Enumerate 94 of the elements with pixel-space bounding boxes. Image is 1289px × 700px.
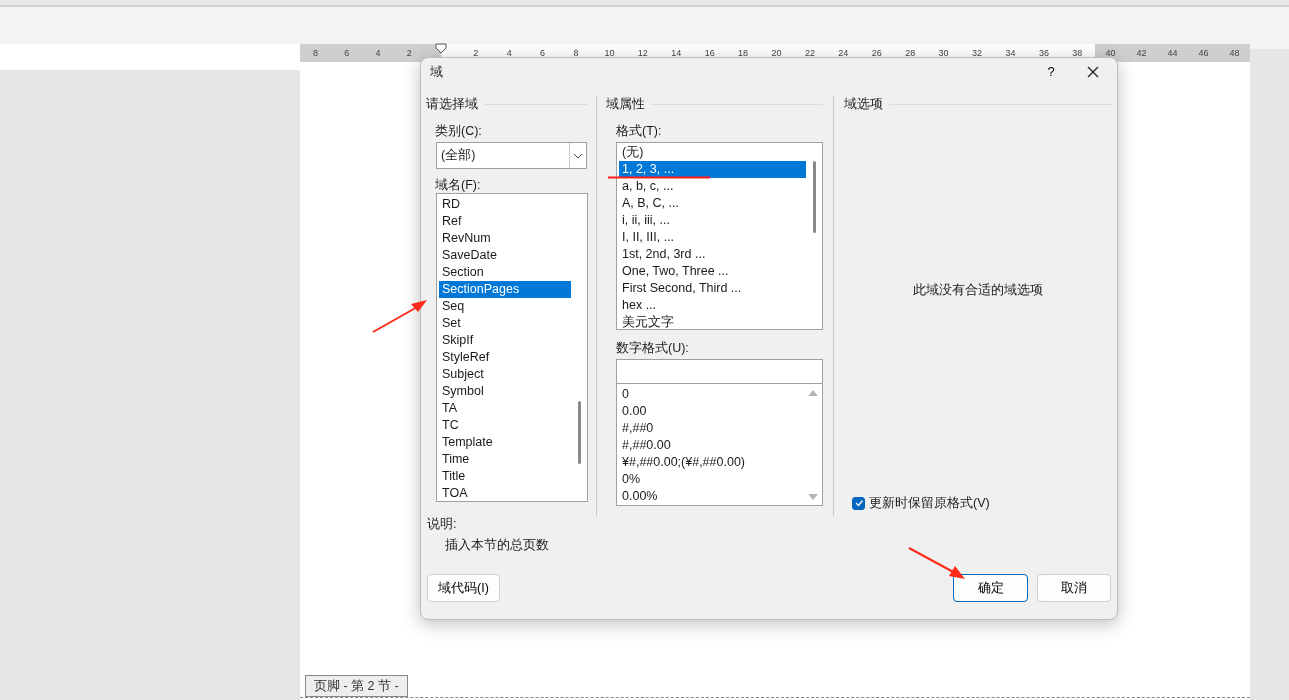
ruler-number: 28 (904, 47, 917, 60)
group-heading: 请选择域 (426, 95, 478, 113)
field-label: 格式(T): (616, 123, 663, 138)
ruler-number: 48 (1228, 47, 1241, 60)
field-label: 数字格式(U): (616, 339, 690, 356)
ruler-number: 44 (1166, 47, 1179, 60)
category-dropdown[interactable]: (全部) (436, 142, 587, 169)
list-item[interactable]: Ref (439, 213, 571, 230)
number-format-field[interactable] (616, 358, 823, 385)
list-item[interactable]: #,##0 (619, 420, 806, 438)
description-label: 说明: (427, 516, 458, 531)
ruler-number: 4 (505, 47, 513, 60)
list-item[interactable]: One, Two, Three ... (619, 263, 806, 280)
list-item[interactable]: Template (439, 434, 571, 451)
list-item[interactable]: Symbol (439, 383, 571, 400)
ruler-number: 10 (603, 47, 616, 60)
ruler-number: 6 (343, 47, 351, 60)
list-item[interactable]: 1, 2, 3, ... (619, 161, 806, 178)
list-item[interactable]: A, B, C, ... (619, 195, 806, 212)
group-heading: 域属性 (606, 95, 645, 113)
ruler-number: 26 (870, 47, 883, 60)
list-item[interactable]: #,##0.00 (619, 437, 806, 455)
list-item[interactable]: TA (439, 400, 571, 417)
list-item[interactable]: 1st, 2nd, 3rd ... (619, 246, 806, 263)
ruler-number: 24 (837, 47, 850, 60)
list-item[interactable]: i, ii, iii, ... (619, 212, 806, 229)
ruler-number: 4 (374, 47, 382, 60)
list-item[interactable]: I, II, III, ... (619, 229, 806, 246)
ruler-number: 32 (971, 47, 984, 60)
ruler-number: 18 (737, 47, 750, 60)
list-item[interactable]: Subject (439, 366, 571, 383)
ruler-number: 14 (670, 47, 683, 60)
ruler-number: 6 (539, 47, 547, 60)
ruler-number: 42 (1135, 47, 1148, 60)
ruler-number: 34 (1004, 47, 1017, 60)
group-heading: 域选项 (844, 95, 883, 113)
ruler-number: 36 (1037, 47, 1050, 60)
list-item[interactable]: SectionPages (439, 281, 571, 298)
scroll-up-icon[interactable] (807, 388, 819, 398)
ruler-number: 8 (572, 47, 580, 60)
list-item[interactable]: hex ... (619, 297, 806, 314)
list-item[interactable]: TOA (439, 485, 571, 501)
scrollbar-thumb[interactable] (813, 161, 816, 233)
list-item[interactable]: Title (439, 468, 571, 485)
list-item[interactable]: RevNum (439, 230, 571, 247)
description-text: 插入本节的总页数 (445, 537, 550, 553)
ruler-number: 20 (770, 47, 783, 60)
list-item[interactable]: 0.00 (619, 403, 806, 421)
ruler-number: 2 (472, 47, 480, 60)
ruler-number: 12 (636, 47, 649, 60)
close-button[interactable] (1085, 64, 1101, 80)
field-codes-button[interactable]: 域代码(I) (427, 574, 500, 602)
checkbox[interactable] (852, 496, 865, 510)
dialog-title: 域 (430, 63, 444, 81)
ruler-number: 30 (937, 47, 950, 60)
list-item[interactable]: a, b, c, ... (619, 178, 806, 195)
cancel-button[interactable]: 取消 (1037, 574, 1111, 602)
list-item[interactable]: Section (439, 264, 571, 281)
list-item[interactable]: ¥#,##0.00;(¥#,##0.00) (619, 454, 806, 472)
ruler-number: 40 (1104, 47, 1117, 60)
list-item[interactable]: RD (439, 196, 571, 213)
ruler-number: 8 (312, 47, 320, 60)
list-item[interactable]: TC (439, 417, 571, 434)
list-item[interactable]: 0% (619, 471, 806, 489)
list-item[interactable]: SaveDate (439, 247, 571, 264)
footer-tag: 页脚 - 第 2 节 - (305, 675, 408, 697)
field-label: 类别(C): (435, 123, 483, 138)
ruler-number: 38 (1071, 47, 1084, 60)
ruler-number: 2 (405, 47, 413, 60)
ruler-number: 16 (703, 47, 716, 60)
field-label: 域名(F): (435, 177, 482, 193)
list-item[interactable]: 美元文字 (619, 314, 806, 329)
indent-marker-icon[interactable] (435, 43, 447, 54)
scroll-down-icon[interactable] (807, 493, 819, 502)
list-item[interactable]: First Second, Third ... (619, 280, 806, 297)
annotation-arrow (907, 546, 967, 582)
chevron-down-icon (572, 151, 584, 160)
list-item[interactable]: StyleRef (439, 349, 571, 366)
list-item[interactable]: Time (439, 451, 571, 468)
annotation-arrow (371, 298, 429, 334)
list-item[interactable]: (无) (619, 144, 806, 161)
ruler-number: 22 (803, 47, 816, 60)
list-item[interactable]: SkipIf (439, 332, 571, 349)
list-item[interactable]: Set (439, 315, 571, 332)
list-item[interactable]: 0.00% (619, 488, 806, 505)
help-button[interactable]: ? (1039, 62, 1063, 82)
checkbox-label: 更新时保留原格式(V) (869, 495, 990, 512)
scrollbar-thumb[interactable] (578, 401, 581, 464)
ruler-number: 46 (1197, 47, 1210, 60)
ok-button[interactable]: 确定 (953, 574, 1028, 602)
dropdown-value: (全部) (440, 147, 477, 165)
info-message: 此域没有合适的域选项 (912, 282, 1044, 299)
list-item[interactable]: Seq (439, 298, 571, 315)
list-item[interactable]: 0 (619, 386, 806, 404)
